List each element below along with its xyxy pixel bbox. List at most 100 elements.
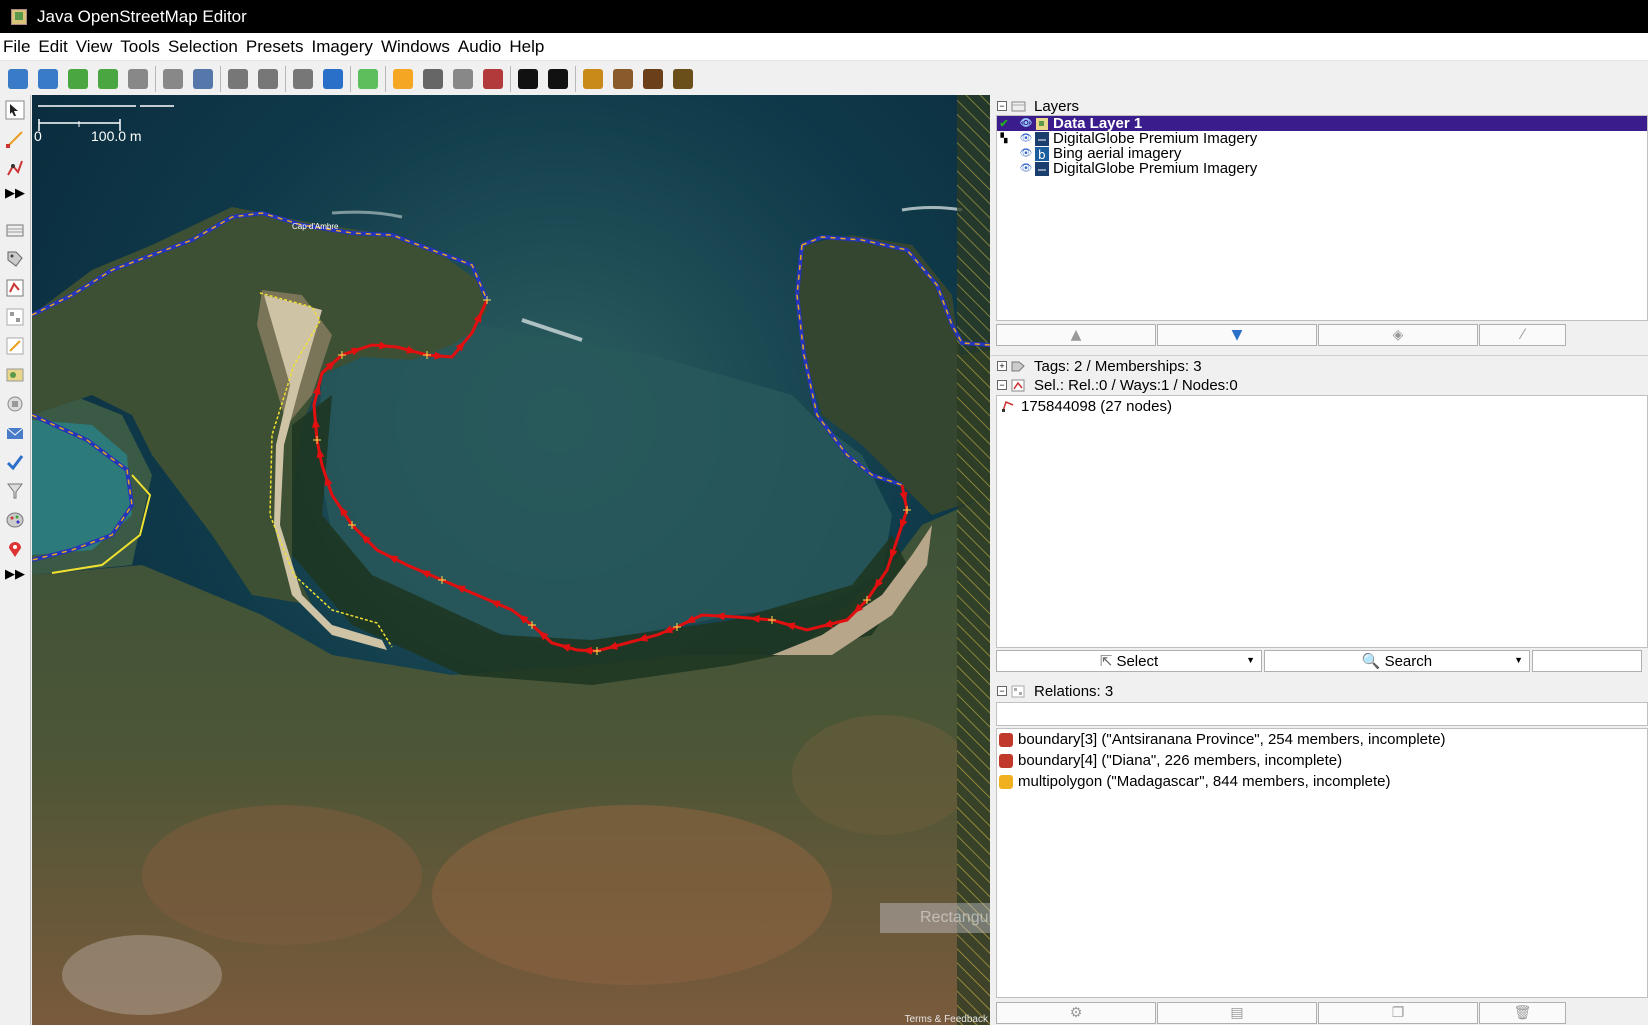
download-icon [67,68,88,89]
zoom-button[interactable] [188,65,217,93]
search-button[interactable]: 🔍 Search ▼ [1264,650,1530,672]
arrow-up-icon: ▲ [1070,327,1082,343]
move-down-button[interactable]: ▼ [1157,324,1317,346]
track-icon [422,68,443,89]
relation-label: boundary[3] ("Antsiranana Province", 254… [1018,731,1446,748]
list-item[interactable]: boundary[4] ("Diana", 226 members, incom… [997,750,1647,771]
castle-button[interactable] [638,65,667,93]
more-panels-icon[interactable]: ▶▶ [0,564,30,586]
collapse-icon[interactable]: − [997,686,1007,696]
menu-file[interactable]: File [3,37,30,57]
visibility-eye-icon[interactable]: 👁 [1019,133,1033,144]
visibility-eye-icon[interactable]: 👁 [1019,118,1033,129]
list-item[interactable]: boundary[3] ("Antsiranana Province", 254… [997,729,1647,750]
map-view[interactable]: Cap d'Ambre 0 100.0 m Terms & Feedback R… [32,95,990,1025]
menu-selection[interactable]: Selection [168,37,238,57]
menu-view[interactable]: View [76,37,113,57]
layers-icon [1011,101,1026,111]
select-button[interactable]: ⇱ Select ▼ [996,650,1262,672]
more-modes-icon[interactable]: ▶▶ [0,183,30,205]
combine-way-button[interactable] [288,65,317,93]
toggle-notes-button[interactable] [1,419,29,447]
imagery-button[interactable] [353,65,382,93]
toggle-tags-button[interactable] [1,245,29,273]
toggle-style-button[interactable] [1,506,29,534]
more-button[interactable] [1532,650,1642,672]
preferences-button[interactable] [223,65,252,93]
move-up-button[interactable]: ▲ [996,324,1156,346]
selection-list: 175844098 (27 nodes) [996,395,1648,648]
dropdown-arrow-icon[interactable]: ▼ [1246,655,1255,665]
open-button[interactable] [3,65,32,93]
road-button[interactable] [388,65,417,93]
save-button[interactable] [33,65,62,93]
relation-label: boundary[4] ("Diana", 226 members, incom… [1018,752,1343,769]
improve-way-button[interactable] [1,154,29,182]
visibility-eye-icon[interactable]: 👁 [1019,148,1033,159]
dropdown-arrow-icon[interactable]: ▼ [1514,655,1523,665]
expand-icon[interactable]: + [997,361,1007,371]
relation-edit-button[interactable]: ⚙ [996,1002,1156,1024]
merge-layer-button[interactable]: ◈ [1318,324,1478,346]
layer-settings-button[interactable]: ⁄ [1479,324,1566,346]
toggle-map-paint-button[interactable] [1,390,29,418]
relation-duplicate-button[interactable]: ❐ [1318,1002,1478,1024]
satellite-imagery: Cap d'Ambre [32,95,990,1025]
toggle-layers-button[interactable] [1,216,29,244]
list-item[interactable]: multipolygon ("Madagascar", 844 members,… [997,771,1647,792]
car-button[interactable] [513,65,542,93]
select-cursor-icon: ⇱ [1099,653,1113,670]
svg-text:b: b [1038,148,1046,161]
toggle-selection-button[interactable] [1,274,29,302]
active-check-icon[interactable]: ✔ [997,117,1011,130]
list-item[interactable]: 175844098 (27 nodes) [997,396,1647,416]
layer-row[interactable]: 👁 DigitalGlobe Premium Imagery [997,160,1647,177]
layer-row[interactable]: ▚ 👁 DigitalGlobe Premium Imagery [997,130,1647,147]
restaurant-button[interactable] [608,65,637,93]
scale-zero-label: 0 [34,128,42,144]
toggle-map-pin-button[interactable] [1,535,29,563]
menu-audio[interactable]: Audio [458,37,501,57]
toggle-commands-button[interactable] [1,332,29,360]
save-icon [37,68,58,89]
select-mode-button[interactable] [1,96,29,124]
menu-presets[interactable]: Presets [246,37,304,57]
tag-icon [1011,361,1025,371]
visibility-eye-icon[interactable]: 👁 [1019,163,1033,174]
redo-button[interactable] [158,65,187,93]
layer-row[interactable]: 👁 b Bing aerial imagery [997,145,1647,162]
collapse-icon[interactable]: − [997,380,1007,390]
menu-edit[interactable]: Edit [38,37,67,57]
relation-filter-input[interactable] [996,702,1648,726]
menu-help[interactable]: Help [509,37,544,57]
toggle-filter-button[interactable] [1,477,29,505]
draw-mode-button[interactable] [1,125,29,153]
authors-icon [6,368,24,382]
bus-button[interactable] [543,65,572,93]
filter-funnel-icon [7,483,23,499]
toggle-relations-button[interactable] [1,303,29,331]
main-toolbar [0,62,1648,95]
menu-tools[interactable]: Tools [120,37,160,57]
layer-row[interactable]: ✔ 👁 Data Layer 1 [997,115,1647,132]
split-way-icon [257,68,278,89]
toggle-validation-button[interactable] [1,448,29,476]
toggle-authors-button[interactable] [1,361,29,389]
track-button[interactable] [418,65,447,93]
menu-windows[interactable]: Windows [381,37,450,57]
upload-button[interactable] [93,65,122,93]
update-data-button[interactable] [318,65,347,93]
railway-button[interactable] [448,65,477,93]
building-button[interactable] [478,65,507,93]
download-button[interactable] [63,65,92,93]
relation-new-button[interactable]: ▤ [1157,1002,1317,1024]
toolbar-separator [350,65,351,92]
split-way-button[interactable] [253,65,282,93]
hazard-button[interactable] [578,65,607,93]
collapse-icon[interactable]: − [997,101,1007,111]
undo-button[interactable] [123,65,152,93]
menu-imagery[interactable]: Imagery [312,37,373,57]
industrial-button[interactable] [668,65,697,93]
relation-delete-button[interactable]: 🗑 [1479,1002,1566,1024]
imagery-attribution-link[interactable]: Terms & Feedback [905,1014,988,1025]
